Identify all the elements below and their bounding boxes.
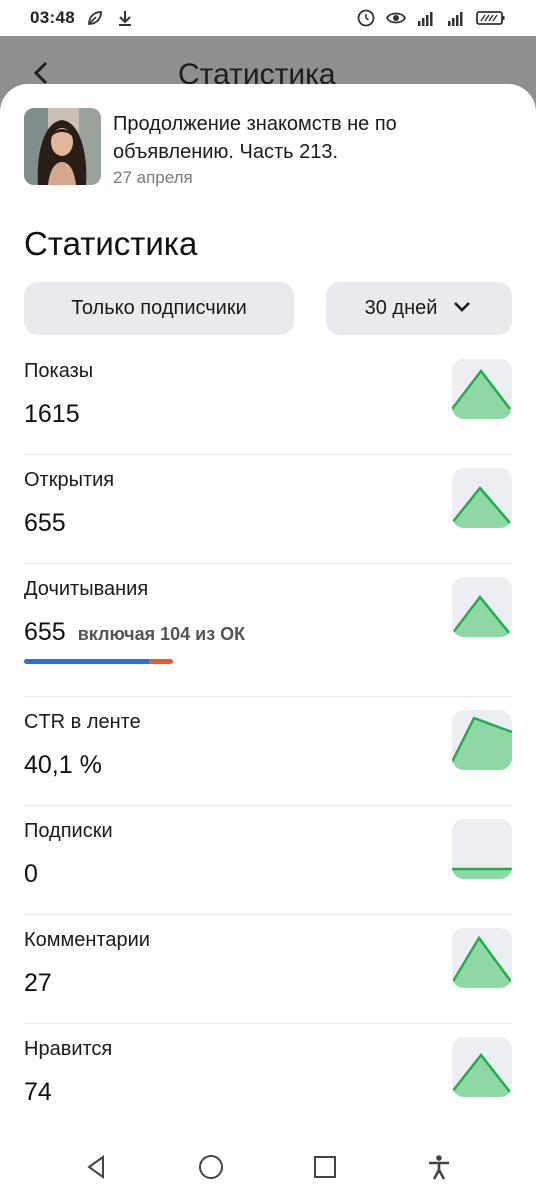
signal-4g-icon [416, 8, 436, 28]
flat-sparkline-icon [452, 819, 512, 879]
status-time: 03:48 [30, 8, 75, 27]
metric-label: Дочитывания [24, 578, 149, 600]
trend-sparkline-icon [452, 710, 512, 770]
section-title: Статистика [24, 225, 198, 262]
accessibility-icon[interactable] [419, 1147, 459, 1187]
trend-sparkline-icon [452, 928, 512, 988]
metric-extra-note: включая 104 из ОК [77, 624, 246, 644]
article-date: 27 апреля [113, 168, 193, 187]
metric-value: 0 [24, 860, 38, 888]
period-label: 30 дней [364, 297, 438, 319]
metric-value: 655 [24, 509, 66, 537]
metric-label: CTR в ленте [24, 711, 141, 733]
metric-label: Открытия [24, 469, 115, 491]
recents-square-icon[interactable] [305, 1147, 345, 1187]
filter-row: Только подписчики 30 дней [0, 268, 536, 335]
trend-sparkline-icon [452, 1037, 512, 1097]
metric-reads[interactable]: Дочитывания 655 включая 104 из ОК [24, 564, 512, 697]
read-source-dzen-segment [24, 659, 150, 664]
home-circle-icon[interactable] [191, 1147, 231, 1187]
read-source-ok-segment [149, 659, 173, 664]
period-dropdown[interactable]: 30 дней [326, 282, 512, 335]
signal-icon [446, 8, 466, 28]
status-bar: 03:48 [0, 0, 536, 36]
metric-label: Комментарии [24, 929, 150, 951]
article-header: Продолжение знакомств не по объявлению. … [0, 84, 536, 188]
metric-value: 74 [24, 1078, 52, 1106]
article-title: Продолжение знакомств не по объявлению. … [113, 113, 397, 163]
metric-ctr[interactable]: CTR в ленте 40,1 % [24, 697, 512, 806]
trend-sparkline-icon [452, 577, 512, 637]
metric-label: Подписки [24, 820, 113, 842]
metrics-list: Показы 1615 Открытия 655 Дочитывания 655… [0, 335, 536, 1133]
metric-value: 40,1 % [24, 751, 102, 779]
download-icon [115, 8, 135, 28]
eye-icon [386, 8, 406, 28]
alarm-icon [356, 8, 376, 28]
metric-value: 27 [24, 969, 52, 997]
article-thumbnail [24, 108, 101, 185]
metric-subscriptions[interactable]: Подписки 0 [24, 806, 512, 915]
metric-label: Нравится [24, 1038, 113, 1060]
subscribers-only-filter[interactable]: Только подписчики [24, 282, 294, 335]
metric-likes[interactable]: Нравится 74 [24, 1024, 512, 1133]
system-nav-bar [0, 1134, 536, 1200]
subscribers-only-label: Только подписчики [71, 297, 247, 319]
leaf-icon [85, 8, 105, 28]
metric-label: Показы [24, 360, 94, 382]
chevron-down-icon [451, 295, 473, 323]
metric-comments[interactable]: Комментарии 27 [24, 915, 512, 1024]
read-source-bar [24, 659, 173, 664]
battery-icon [476, 8, 506, 28]
metric-views[interactable]: Показы 1615 [24, 359, 512, 455]
trend-sparkline-icon [452, 468, 512, 528]
back-triangle-icon[interactable] [77, 1147, 117, 1187]
metric-value: 1615 [24, 400, 80, 428]
stats-bottom-sheet: Продолжение знакомств не по объявлению. … [0, 84, 536, 1134]
trend-sparkline-icon [452, 359, 512, 419]
metric-opens[interactable]: Открытия 655 [24, 455, 512, 564]
metric-value: 655 [24, 618, 66, 646]
